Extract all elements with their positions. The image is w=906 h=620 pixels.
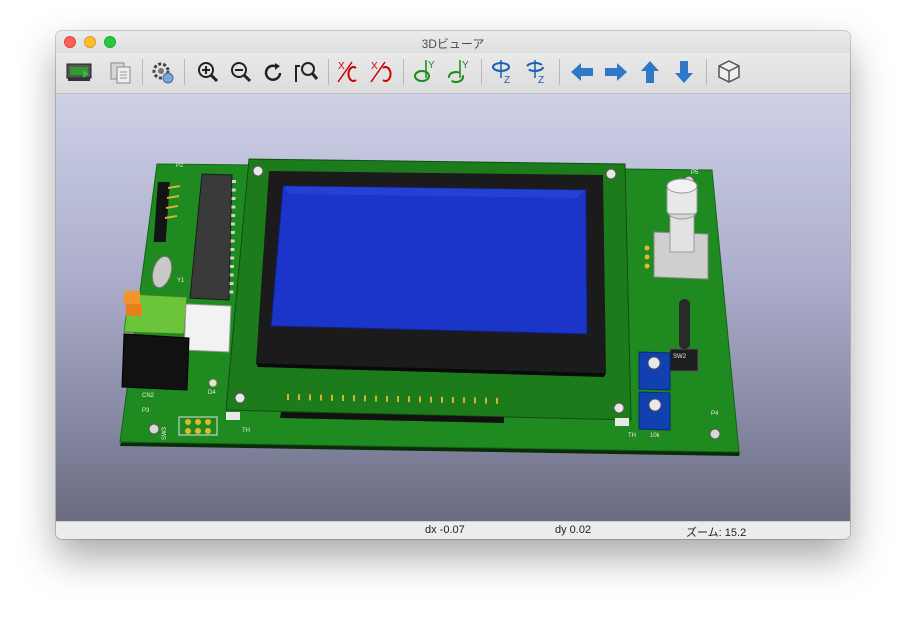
status-dx: dx -0.07 [425,524,465,536]
ic-pin [229,290,234,294]
ic-pin [231,205,236,209]
th-pad [226,412,240,420]
zoom-fit-icon[interactable] [292,56,322,88]
pan-down-icon[interactable] [669,56,699,88]
svg-text:Y: Y [462,60,469,71]
silk-cn2: CN2 [142,393,155,399]
mounting-hole [234,392,246,404]
pan-up-icon[interactable] [635,56,665,88]
silk-10k: 10k [650,433,661,439]
mounting-hole [252,165,264,177]
mounting-hole [709,428,721,440]
3d-viewport[interactable]: P2 P5 SW2 P4 CN2 P3 D4 Y1 TH TH 10k SW3 [56,94,850,521]
terminal-screw [124,291,140,305]
rotary-encoder-pins [644,245,650,269]
toolbar-separator [328,59,329,85]
ic-pin [231,214,236,217]
zoom-in-icon[interactable] [193,56,223,88]
preferences-gear-icon[interactable] [148,56,178,88]
silk-p2: P2 [176,163,184,169]
th-pad [615,418,629,426]
pcb-render: P2 P5 SW2 P4 CN2 P3 D4 Y1 TH TH 10k SW3 [119,158,740,456]
copy-image-icon[interactable] [106,56,136,88]
silk-sw3: SW3 [162,426,168,440]
toolbar-separator [403,59,404,85]
title-bar: 3Dビューア [56,31,850,53]
svg-text:X: X [371,61,378,72]
trimpot-screw [647,356,661,370]
redraw-icon[interactable] [259,56,289,88]
reload-board-icon[interactable] [64,56,94,88]
mounting-hole [613,402,625,414]
toolbar-separator [706,59,707,85]
silk-sw2: SW2 [673,354,687,360]
ic-pin [230,239,235,243]
ic-pin [229,282,234,285]
window-title: 3Dビューア [421,37,485,51]
silk-d4: D4 [208,390,216,396]
ic-pin [232,180,236,183]
status-zoom: ズーム: 15.2 [686,527,747,539]
rotate-y-cw-icon[interactable]: Y [410,56,440,88]
pan-left-icon[interactable] [567,56,597,88]
ic-pin [231,222,235,226]
mounting-hole [148,423,160,435]
ortho-view-icon[interactable] [714,56,744,88]
rotate-z-ccw-icon[interactable]: Z [522,56,552,88]
rotate-y-ccw-icon[interactable]: Y [444,56,474,88]
ic-pin [231,188,236,192]
svg-text:Z: Z [538,75,544,86]
zoom-out-icon[interactable] [226,56,256,88]
led-d4 [208,378,218,388]
silk-p3: P3 [142,408,150,414]
viewer-window: 3Dビューア X X Y Y Z Z P2 P5 SW2 P4 CN2 P3 D… [56,31,850,539]
trimpot-screw [648,398,662,412]
toolbar-separator [559,59,560,85]
silk-p5: P5 [691,170,699,176]
svg-text:Z: Z [504,75,510,86]
push-switch-button [679,299,690,349]
silk-th-right: TH [628,433,636,439]
ic-pin [231,197,236,200]
terminal-screw [126,304,142,316]
silk-p4: P4 [711,411,719,417]
ic-pin [230,256,235,260]
rotate-z-cw-icon[interactable]: Z [488,56,518,88]
ic-pin [230,231,235,234]
silk-y1: Y1 [177,278,185,284]
ic-pin [229,273,234,277]
pan-right-icon[interactable] [601,56,631,88]
svg-text:Y: Y [428,60,435,71]
silk-th-left: TH [242,428,250,434]
ic-pin [230,248,235,251]
rotary-encoder-knob-top [666,178,698,194]
rotate-x-ccw-icon[interactable]: X [367,56,397,88]
toolbar-separator [481,59,482,85]
status-dy: dy 0.02 [555,524,592,536]
status-bar: dx -0.07 dy 0.02 ズーム: 15.2 [56,521,850,539]
lcd-screen [270,185,588,335]
mounting-hole [605,168,617,180]
dc-jack-cn2 [121,333,190,391]
ic-pin [230,265,234,268]
toolbar-separator [142,59,143,85]
white-connector [183,303,232,353]
rotate-x-cw-icon[interactable]: X [334,56,364,88]
svg-text:X: X [338,61,345,72]
push-switch-sw2 [669,348,699,372]
toolbar-separator [184,59,185,85]
toolbar: X X Y Y Z Z [56,53,850,94]
